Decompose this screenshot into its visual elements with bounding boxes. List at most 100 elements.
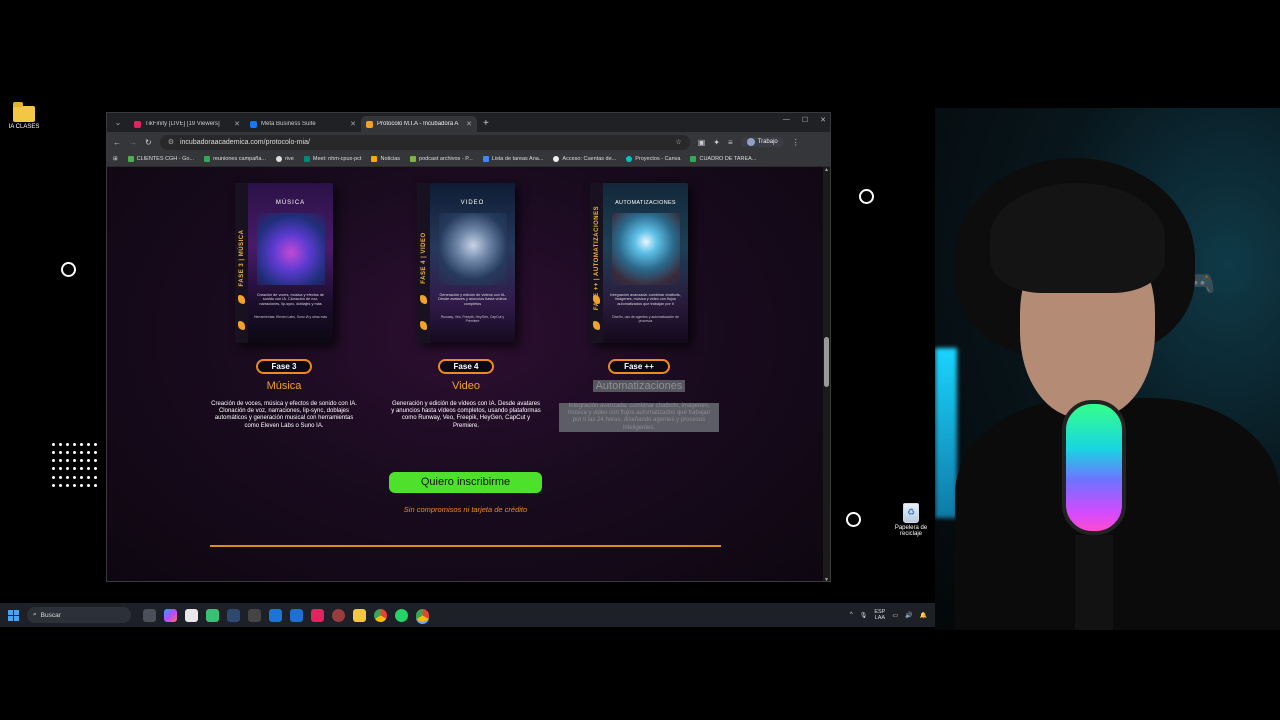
- close-tab-icon[interactable]: ✕: [466, 120, 472, 128]
- start-windows-icon[interactable]: [8, 609, 19, 621]
- address-toolbar: ← → ↻ ⚙ incubadoraacademica.com/protocol…: [107, 132, 830, 152]
- profile-button[interactable]: Trabajo: [740, 137, 784, 147]
- maximize-icon[interactable]: ☐: [802, 116, 808, 124]
- desktop-folder-ia-clases[interactable]: IA CLASES: [6, 102, 42, 130]
- product-box-video: FASE 4 | VIDEO VIDEO Generación y edició…: [417, 183, 515, 343]
- bookmark-label: CUADRO DE TAREA...: [699, 156, 757, 162]
- task-view-icon[interactable]: [143, 608, 156, 622]
- media-control-icon[interactable]: ≡: [728, 138, 733, 147]
- browser-menu-icon[interactable]: ⋮: [792, 138, 800, 147]
- box-blurb-secondary: Diseño, uso de agentes y automatización …: [612, 315, 679, 323]
- bookmark-label: CLIENTES CGH - Go...: [136, 156, 195, 162]
- show-hidden-icons-icon[interactable]: ^: [850, 612, 853, 618]
- circle-decoration: [859, 189, 874, 204]
- background-light: [935, 348, 957, 518]
- microphone-icon[interactable]: 🎙: [860, 612, 868, 619]
- bookmark-label: rive: [284, 156, 294, 162]
- extension-icon[interactable]: ▣: [698, 138, 706, 147]
- tiktok-icon[interactable]: [311, 608, 324, 622]
- box-cover-title: AUTOMATIZACIONES: [615, 200, 676, 206]
- whatsapp-icon[interactable]: [395, 608, 408, 622]
- desktop-folder-label: IA CLASES: [8, 124, 40, 130]
- enroll-button[interactable]: Quiero inscribirme: [389, 472, 542, 493]
- page-scrollbar[interactable]: ▲ ▼: [823, 167, 830, 581]
- bookmark-label: podcast archivos - P...: [419, 156, 473, 162]
- store-icon[interactable]: [185, 608, 198, 622]
- address-bar[interactable]: ⚙ incubadoraacademica.com/protocolo-mia/…: [159, 134, 690, 150]
- course-card-video: FASE 4 | VIDEO VIDEO Generación y edició…: [386, 183, 546, 430]
- browser-window: ⌄ TikFinity [LIVE] [19 Viewers] ✕ Meta B…: [106, 112, 831, 582]
- steam-icon[interactable]: [227, 608, 240, 622]
- rgb-microphone: [1062, 400, 1126, 535]
- app-icon[interactable]: [332, 608, 345, 622]
- dj-robot-illustration: [257, 213, 325, 285]
- bookmark-item[interactable]: podcast archivos - P...: [410, 156, 473, 162]
- box-blurb-secondary: Herramientas: Eleven Labs, Suno IA y otr…: [253, 315, 328, 319]
- taskbar-search-input[interactable]: ⌕ Buscar: [27, 607, 131, 623]
- bookmark-label: Acceso: Cuentas de...: [562, 156, 617, 162]
- bookmark-item[interactable]: rive: [275, 156, 294, 162]
- apps-grid-icon[interactable]: ⊞: [113, 156, 118, 162]
- tab-tikfinity[interactable]: TikFinity [LIVE] [19 Viewers] ✕: [129, 116, 245, 132]
- file-explorer-icon[interactable]: [353, 608, 366, 622]
- scroll-down-icon[interactable]: ▼: [823, 577, 830, 581]
- recycle-bin-label: Papelera de reciclaje: [894, 525, 928, 537]
- box-blurb-secondary: Runway, Veo, Freepik, HeyGen, CapCut y P…: [440, 315, 505, 323]
- bookmark-item[interactable]: Proyectos - Canva: [626, 156, 680, 162]
- close-tab-icon[interactable]: ✕: [234, 120, 240, 128]
- scrollbar-thumb[interactable]: [824, 337, 829, 387]
- minimize-icon[interactable]: —: [783, 116, 790, 124]
- close-window-icon[interactable]: ✕: [820, 116, 826, 124]
- reload-icon[interactable]: ↻: [145, 138, 152, 147]
- folder-icon: [13, 102, 35, 122]
- extensions-puzzle-icon[interactable]: ✦: [713, 138, 720, 147]
- new-tab-button[interactable]: +: [477, 116, 495, 132]
- site-info-icon[interactable]: ⚙: [168, 138, 174, 146]
- back-icon[interactable]: ←: [113, 138, 121, 147]
- epic-games-icon[interactable]: [248, 608, 261, 622]
- outlook-icon[interactable]: [269, 608, 282, 622]
- incubadora-favicon-icon: [366, 120, 373, 128]
- tab-search-icon[interactable]: ⌄: [111, 116, 125, 130]
- brand-logo-icon: [238, 321, 245, 330]
- bookmark-item[interactable]: Acceso: Cuentas de...: [553, 156, 616, 162]
- bookmark-star-icon[interactable]: ☆: [675, 138, 681, 146]
- phase-badge: Fase 3: [255, 359, 313, 374]
- tab-protocolo-mia[interactable]: Protocolo M.I.A - Incubadora A ✕: [361, 116, 477, 132]
- bookmark-item[interactable]: Noticias: [371, 156, 400, 162]
- box-cover-title: MÚSICA: [275, 200, 306, 206]
- playstation-icon[interactable]: [290, 608, 303, 622]
- notification-bell-icon[interactable]: 🔔: [920, 612, 927, 619]
- bookmark-item[interactable]: Lista de tareas Ana...: [482, 156, 543, 162]
- bookmark-item[interactable]: reuniones campaña...: [204, 156, 266, 162]
- course-card-automatizaciones: FASE ++ | AUTOMATIZACIONES AUTOMATIZACIO…: [559, 183, 719, 432]
- language-indicator[interactable]: ESP LAA: [874, 609, 885, 621]
- card-title-selected: Automatizaciones: [592, 380, 686, 392]
- brand-logo-icon: [593, 295, 600, 304]
- media-player-icon[interactable]: [206, 608, 219, 622]
- chrome-icon[interactable]: [374, 608, 387, 622]
- close-tab-icon[interactable]: ✕: [350, 120, 356, 128]
- recycle-bin-icon: [903, 503, 919, 523]
- bookmark-item[interactable]: CUADRO DE TAREA...: [690, 156, 756, 162]
- desktop-recycle-bin[interactable]: Papelera de reciclaje: [892, 503, 930, 537]
- phase-badge: Fase ++: [608, 359, 670, 374]
- product-box-automatizaciones: FASE ++ | AUTOMATIZACIONES AUTOMATIZACIO…: [590, 183, 688, 343]
- folder-icon: [371, 156, 378, 162]
- sheets-icon: [204, 156, 211, 162]
- volume-icon[interactable]: 🔊: [905, 612, 912, 619]
- tikfinity-favicon-icon: [134, 120, 141, 128]
- display-icon[interactable]: ▭: [892, 612, 898, 619]
- copilot-icon[interactable]: [164, 608, 177, 622]
- taskbar: ⌕ Buscar ^ 🎙 ESP LAA ▭ 🔊 🔔: [0, 603, 935, 627]
- bookmark-item[interactable]: CLIENTES CGH - Go...: [127, 156, 195, 162]
- forward-icon[interactable]: →: [129, 138, 137, 147]
- circle-decoration: [61, 262, 76, 277]
- tab-meta-business[interactable]: Meta Business Suite ✕: [245, 116, 361, 132]
- chrome-active-icon[interactable]: [416, 608, 429, 622]
- box-blurb: Creación de voces, música y efectos de s…: [256, 293, 325, 306]
- bookmark-item[interactable]: Meet: nhm-cpux-pct: [303, 156, 361, 162]
- webcam-overlay: 🎮: [935, 108, 1280, 630]
- scroll-up-icon[interactable]: ▲: [823, 167, 830, 173]
- tab-strip: ⌄ TikFinity [LIVE] [19 Viewers] ✕ Meta B…: [107, 113, 830, 132]
